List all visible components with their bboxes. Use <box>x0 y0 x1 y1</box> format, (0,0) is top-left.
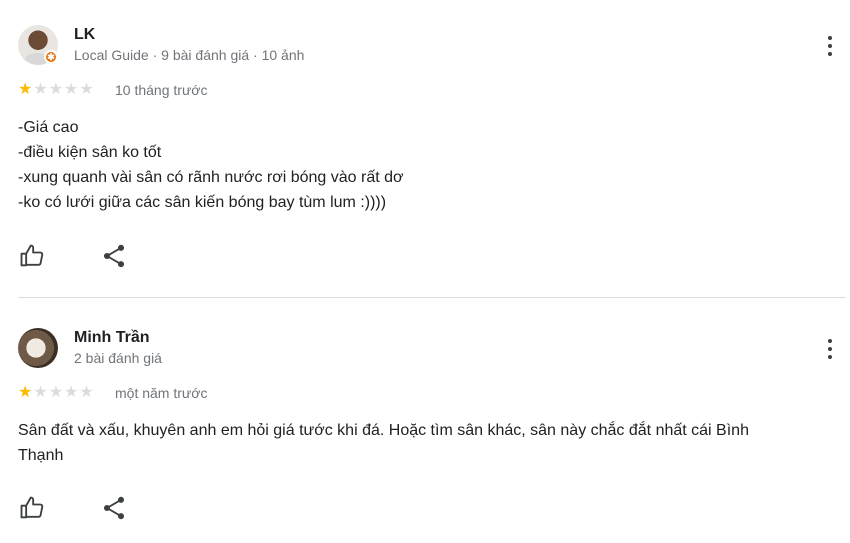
star-icon: ★ <box>48 384 64 401</box>
local-guide-badge-icon: ✱ <box>44 50 58 64</box>
review-text-line: Sân đất và xấu, khuyên anh em hỏi giá tư… <box>18 422 749 439</box>
share-icon <box>103 244 125 268</box>
review-text-line: -ko có lưới giữa các sân kiến bóng bay t… <box>18 194 387 211</box>
share-button[interactable] <box>100 242 128 270</box>
star-icon: ★ <box>64 81 79 98</box>
review-text-line: -điều kiện sân ko tốt <box>18 144 162 161</box>
star-icon: ★ <box>79 81 94 98</box>
reviewer-name[interactable]: LK <box>74 26 95 44</box>
reviewer-meta: Local Guide · 9 bài đánh giá · 10 ảnh <box>74 47 305 63</box>
like-button[interactable] <box>18 242 46 270</box>
thumb-up-icon <box>20 244 44 267</box>
star-icon: ★ <box>33 81 48 98</box>
share-button[interactable] <box>100 494 128 522</box>
star-icon: ★ <box>33 384 48 401</box>
review-time: 10 tháng trước <box>115 82 208 98</box>
star-icon: ★ <box>48 81 64 98</box>
star-icon: ★ <box>18 384 33 401</box>
review-text-line: Thạnh <box>18 447 64 464</box>
review-text-line: -xung quanh vài sân có rãnh nước rơi bón… <box>18 169 404 186</box>
share-icon <box>103 496 125 520</box>
star-rating: ★★★★★ <box>18 81 95 98</box>
star-icon: ★ <box>79 384 94 401</box>
review-divider <box>18 297 846 298</box>
review-text-line: -Giá cao <box>18 119 79 136</box>
review-time: một năm trước <box>115 385 208 401</box>
reviewer-name[interactable]: Minh Trần <box>74 329 150 347</box>
more-options-icon[interactable] <box>820 337 840 361</box>
star-icon: ★ <box>64 384 79 401</box>
avatar[interactable] <box>18 328 58 368</box>
thumb-up-icon <box>20 496 44 519</box>
more-options-icon[interactable] <box>820 34 840 58</box>
like-button[interactable] <box>18 494 46 522</box>
star-icon: ★ <box>18 81 33 98</box>
review-text: Sân đất và xấu, khuyên anh em hỏi giá tư… <box>18 418 838 468</box>
reviewer-meta: 2 bài đánh giá <box>74 350 162 366</box>
star-rating: ★★★★★ <box>18 384 95 401</box>
review-text: -Giá cao -điều kiện sân ko tốt -xung qua… <box>18 115 838 215</box>
